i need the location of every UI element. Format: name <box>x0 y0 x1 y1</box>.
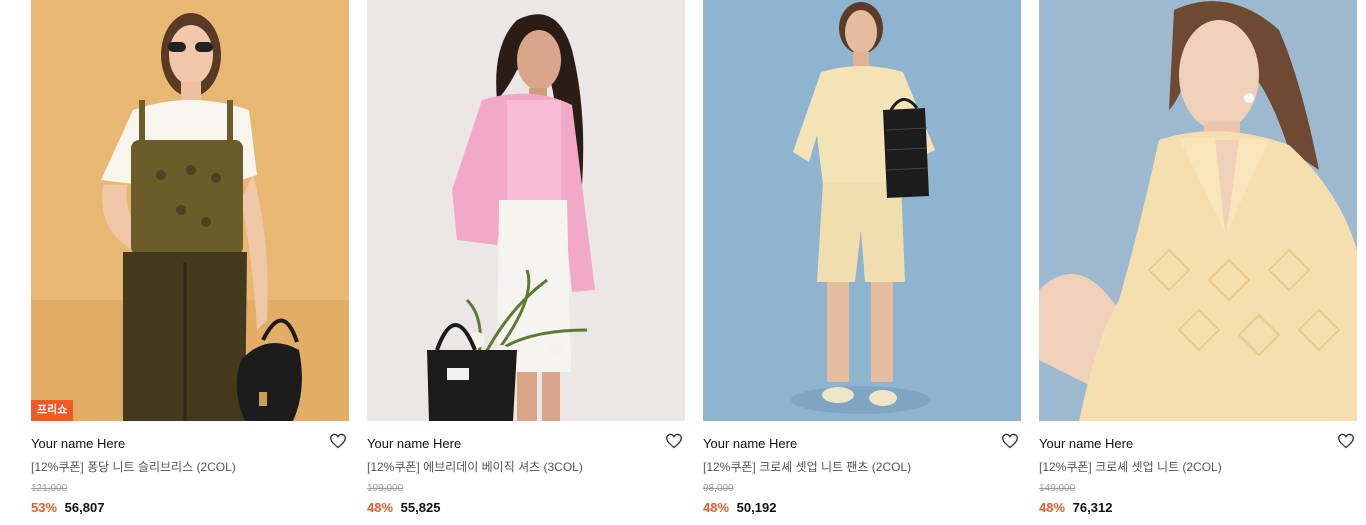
product-info: Your name Here [12%쿠폰] 퐁당 니트 슬리브리스 (2COL… <box>31 421 349 516</box>
product-card[interactable]: Your name Here [12%쿠폰] 에브리데이 베이직 셔츠 (3CO… <box>367 0 685 516</box>
product-info: Your name Here [12%쿠폰] 크로셰 셋업 니트 (2COL) … <box>1039 421 1357 516</box>
product-photo-basic-shirt <box>367 0 685 421</box>
brand-name[interactable]: Your name Here <box>367 436 685 452</box>
brand-name[interactable]: Your name Here <box>1039 436 1357 452</box>
original-price: 149,000 <box>1039 483 1076 494</box>
original-price: 121,000 <box>31 483 68 494</box>
product-title[interactable]: [12%쿠폰] 퐁당 니트 슬리브리스 (2COL) <box>31 459 349 475</box>
product-title[interactable]: [12%쿠폰] 크로셰 셋업 니트 팬츠 (2COL) <box>703 459 1021 475</box>
product-photo-crochet-knit <box>1039 0 1357 421</box>
product-card[interactable]: Your name Here [12%쿠폰] 크로셰 셋업 니트 팬츠 (2CO… <box>703 0 1021 516</box>
product-card[interactable]: Your name Here [12%쿠폰] 크로셰 셋업 니트 (2COL) … <box>1039 0 1357 516</box>
original-price: 98,000 <box>703 483 734 494</box>
discount-rate: 48% <box>367 500 394 515</box>
product-title[interactable]: [12%쿠폰] 크로셰 셋업 니트 (2COL) <box>1039 459 1357 475</box>
discount-rate: 53% <box>31 500 58 515</box>
product-image[interactable] <box>1039 0 1357 421</box>
sale-price: 55,825 <box>400 500 441 515</box>
price-row: 48% 55,825 <box>367 499 685 516</box>
sale-price: 76,312 <box>1072 500 1113 515</box>
product-image[interactable] <box>703 0 1021 421</box>
preshow-badge: 프리쇼 <box>31 400 74 421</box>
heart-icon[interactable] <box>665 433 683 449</box>
heart-icon[interactable] <box>329 433 347 449</box>
heart-icon[interactable] <box>1001 433 1019 449</box>
product-card[interactable]: 프리쇼 Your name Here [12%쿠폰] 퐁당 니트 슬리브리스 (… <box>31 0 349 516</box>
brand-name[interactable]: Your name Here <box>703 436 1021 452</box>
discount-rate: 48% <box>703 500 730 515</box>
original-price: 109,000 <box>367 483 404 494</box>
product-info: Your name Here [12%쿠폰] 크로셰 셋업 니트 팬츠 (2CO… <box>703 421 1021 516</box>
brand-name[interactable]: Your name Here <box>31 436 349 452</box>
sale-price: 50,192 <box>736 500 777 515</box>
product-info: Your name Here [12%쿠폰] 에브리데이 베이직 셔츠 (3CO… <box>367 421 685 516</box>
sale-price: 56,807 <box>64 500 105 515</box>
product-grid: 프리쇼 Your name Here [12%쿠폰] 퐁당 니트 슬리브리스 (… <box>31 0 1357 516</box>
product-photo-sleeveless-knit <box>31 0 349 421</box>
discount-rate: 48% <box>1039 500 1066 515</box>
price-row: 53% 56,807 <box>31 499 349 516</box>
product-image[interactable] <box>367 0 685 421</box>
product-photo-crochet-pants <box>703 0 1021 421</box>
product-title[interactable]: [12%쿠폰] 에브리데이 베이직 셔츠 (3COL) <box>367 459 685 475</box>
product-image[interactable]: 프리쇼 <box>31 0 349 421</box>
heart-icon[interactable] <box>1337 433 1355 449</box>
price-row: 48% 76,312 <box>1039 499 1357 516</box>
price-row: 48% 50,192 <box>703 499 1021 516</box>
